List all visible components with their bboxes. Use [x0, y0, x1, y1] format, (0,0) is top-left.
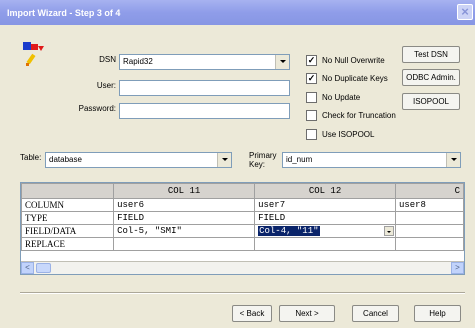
test-dsn-button[interactable]: Test DSN — [402, 46, 460, 63]
table-select[interactable]: database — [45, 152, 232, 168]
primary-key-label: Primary Key: — [249, 151, 277, 169]
table-value: database — [49, 155, 82, 164]
column-header[interactable]: COL 12 — [254, 183, 396, 199]
no-null-overwrite-label: No Null Overwrite — [322, 56, 385, 65]
user-field[interactable] — [119, 80, 290, 96]
footer-divider — [20, 292, 465, 294]
check-for-truncation-label: Check for Truncation — [322, 111, 396, 120]
no-duplicate-keys-label: No Duplicate Keys — [322, 74, 388, 83]
chevron-down-icon[interactable] — [217, 153, 231, 167]
no-duplicate-keys-checkbox[interactable]: ✓ — [306, 73, 317, 84]
table-row: REPLACE — [21, 237, 464, 251]
grid-cell[interactable] — [394, 211, 464, 225]
row-header: COLUMN — [21, 198, 115, 212]
import-wizard-icon — [23, 42, 44, 66]
table-row: COLUMN user6 user7 user8 — [21, 198, 464, 212]
window-title: Import Wizard - Step 3 of 4 — [7, 8, 121, 18]
scroll-right-icon[interactable]: > — [451, 262, 464, 274]
grid-cell[interactable] — [113, 237, 256, 251]
use-isopool-label: Use ISOPOOL — [322, 130, 375, 139]
user-label: User: — [96, 81, 116, 90]
table-label: Table: — [20, 153, 42, 162]
grid-cell[interactable]: user8 — [394, 198, 464, 212]
grid-cell[interactable] — [394, 224, 464, 238]
grid-cell[interactable]: user6 — [113, 198, 256, 212]
scroll-thumb[interactable] — [36, 263, 51, 273]
grid-cell[interactable] — [254, 237, 396, 251]
dsn-value: Rapid32 — [123, 57, 153, 66]
grid-cell[interactable]: Col-5, "SMI" — [113, 224, 256, 238]
next-button[interactable]: Next > — [279, 305, 335, 322]
dsn-select[interactable]: Rapid32 — [119, 54, 290, 70]
grid-cell-selected[interactable]: Col-4, "11" — [254, 224, 396, 238]
odbc-admin-button[interactable]: ODBC Admin. — [402, 69, 460, 86]
column-header[interactable]: COL 11 — [113, 183, 256, 199]
grid-corner — [21, 183, 115, 199]
no-update-checkbox[interactable] — [306, 92, 317, 103]
grid-cell[interactable] — [394, 237, 464, 251]
primary-key-label-line2: Key: — [249, 160, 266, 169]
table-row: TYPE FIELD FIELD — [21, 211, 464, 225]
isopool-button[interactable]: ISOPOOL — [402, 93, 460, 110]
scroll-left-icon[interactable]: < — [21, 262, 34, 274]
grid-header-row: COL 11 COL 12 C — [21, 183, 464, 199]
no-null-overwrite-checkbox[interactable]: ✓ — [306, 55, 317, 66]
selected-cell-text: Col-4, "11" — [258, 226, 320, 236]
grid-cell[interactable]: user7 — [254, 198, 396, 212]
dsn-label: DSN — [99, 55, 116, 64]
chevron-down-icon[interactable] — [383, 226, 394, 236]
row-header: TYPE — [21, 211, 115, 225]
field-mapping-grid[interactable]: COL 11 COL 12 C COLUMN user6 user7 user8… — [20, 182, 465, 275]
help-button[interactable]: Help — [414, 305, 461, 322]
table-row: FIELD/DATA Col-5, "SMI" Col-4, "11" — [21, 224, 464, 238]
row-header: REPLACE — [21, 237, 115, 251]
use-isopool-checkbox[interactable] — [306, 129, 317, 140]
check-for-truncation-checkbox[interactable] — [306, 110, 317, 121]
primary-key-label-line1: Primary — [249, 151, 277, 160]
mapping-table: COL 11 COL 12 C COLUMN user6 user7 user8… — [21, 183, 464, 251]
primary-key-value: id_num — [286, 155, 313, 164]
no-update-label: No Update — [322, 93, 361, 102]
back-button[interactable]: < Back — [232, 305, 272, 322]
row-header: FIELD/DATA — [21, 224, 115, 238]
title-bar[interactable]: Import Wizard - Step 3 of 4 × — [0, 0, 475, 25]
column-header[interactable]: C — [394, 183, 464, 199]
password-label: Password: — [78, 104, 116, 113]
chevron-down-icon[interactable] — [275, 55, 289, 69]
primary-key-select[interactable]: id_num — [282, 152, 461, 168]
grid-cell[interactable]: FIELD — [254, 211, 396, 225]
grid-cell[interactable]: FIELD — [113, 211, 256, 225]
horizontal-scrollbar[interactable]: < > — [21, 261, 464, 274]
password-field[interactable] — [119, 103, 290, 119]
chevron-down-icon[interactable] — [446, 153, 460, 167]
close-button[interactable]: × — [457, 4, 473, 20]
cancel-button[interactable]: Cancel — [352, 305, 399, 322]
